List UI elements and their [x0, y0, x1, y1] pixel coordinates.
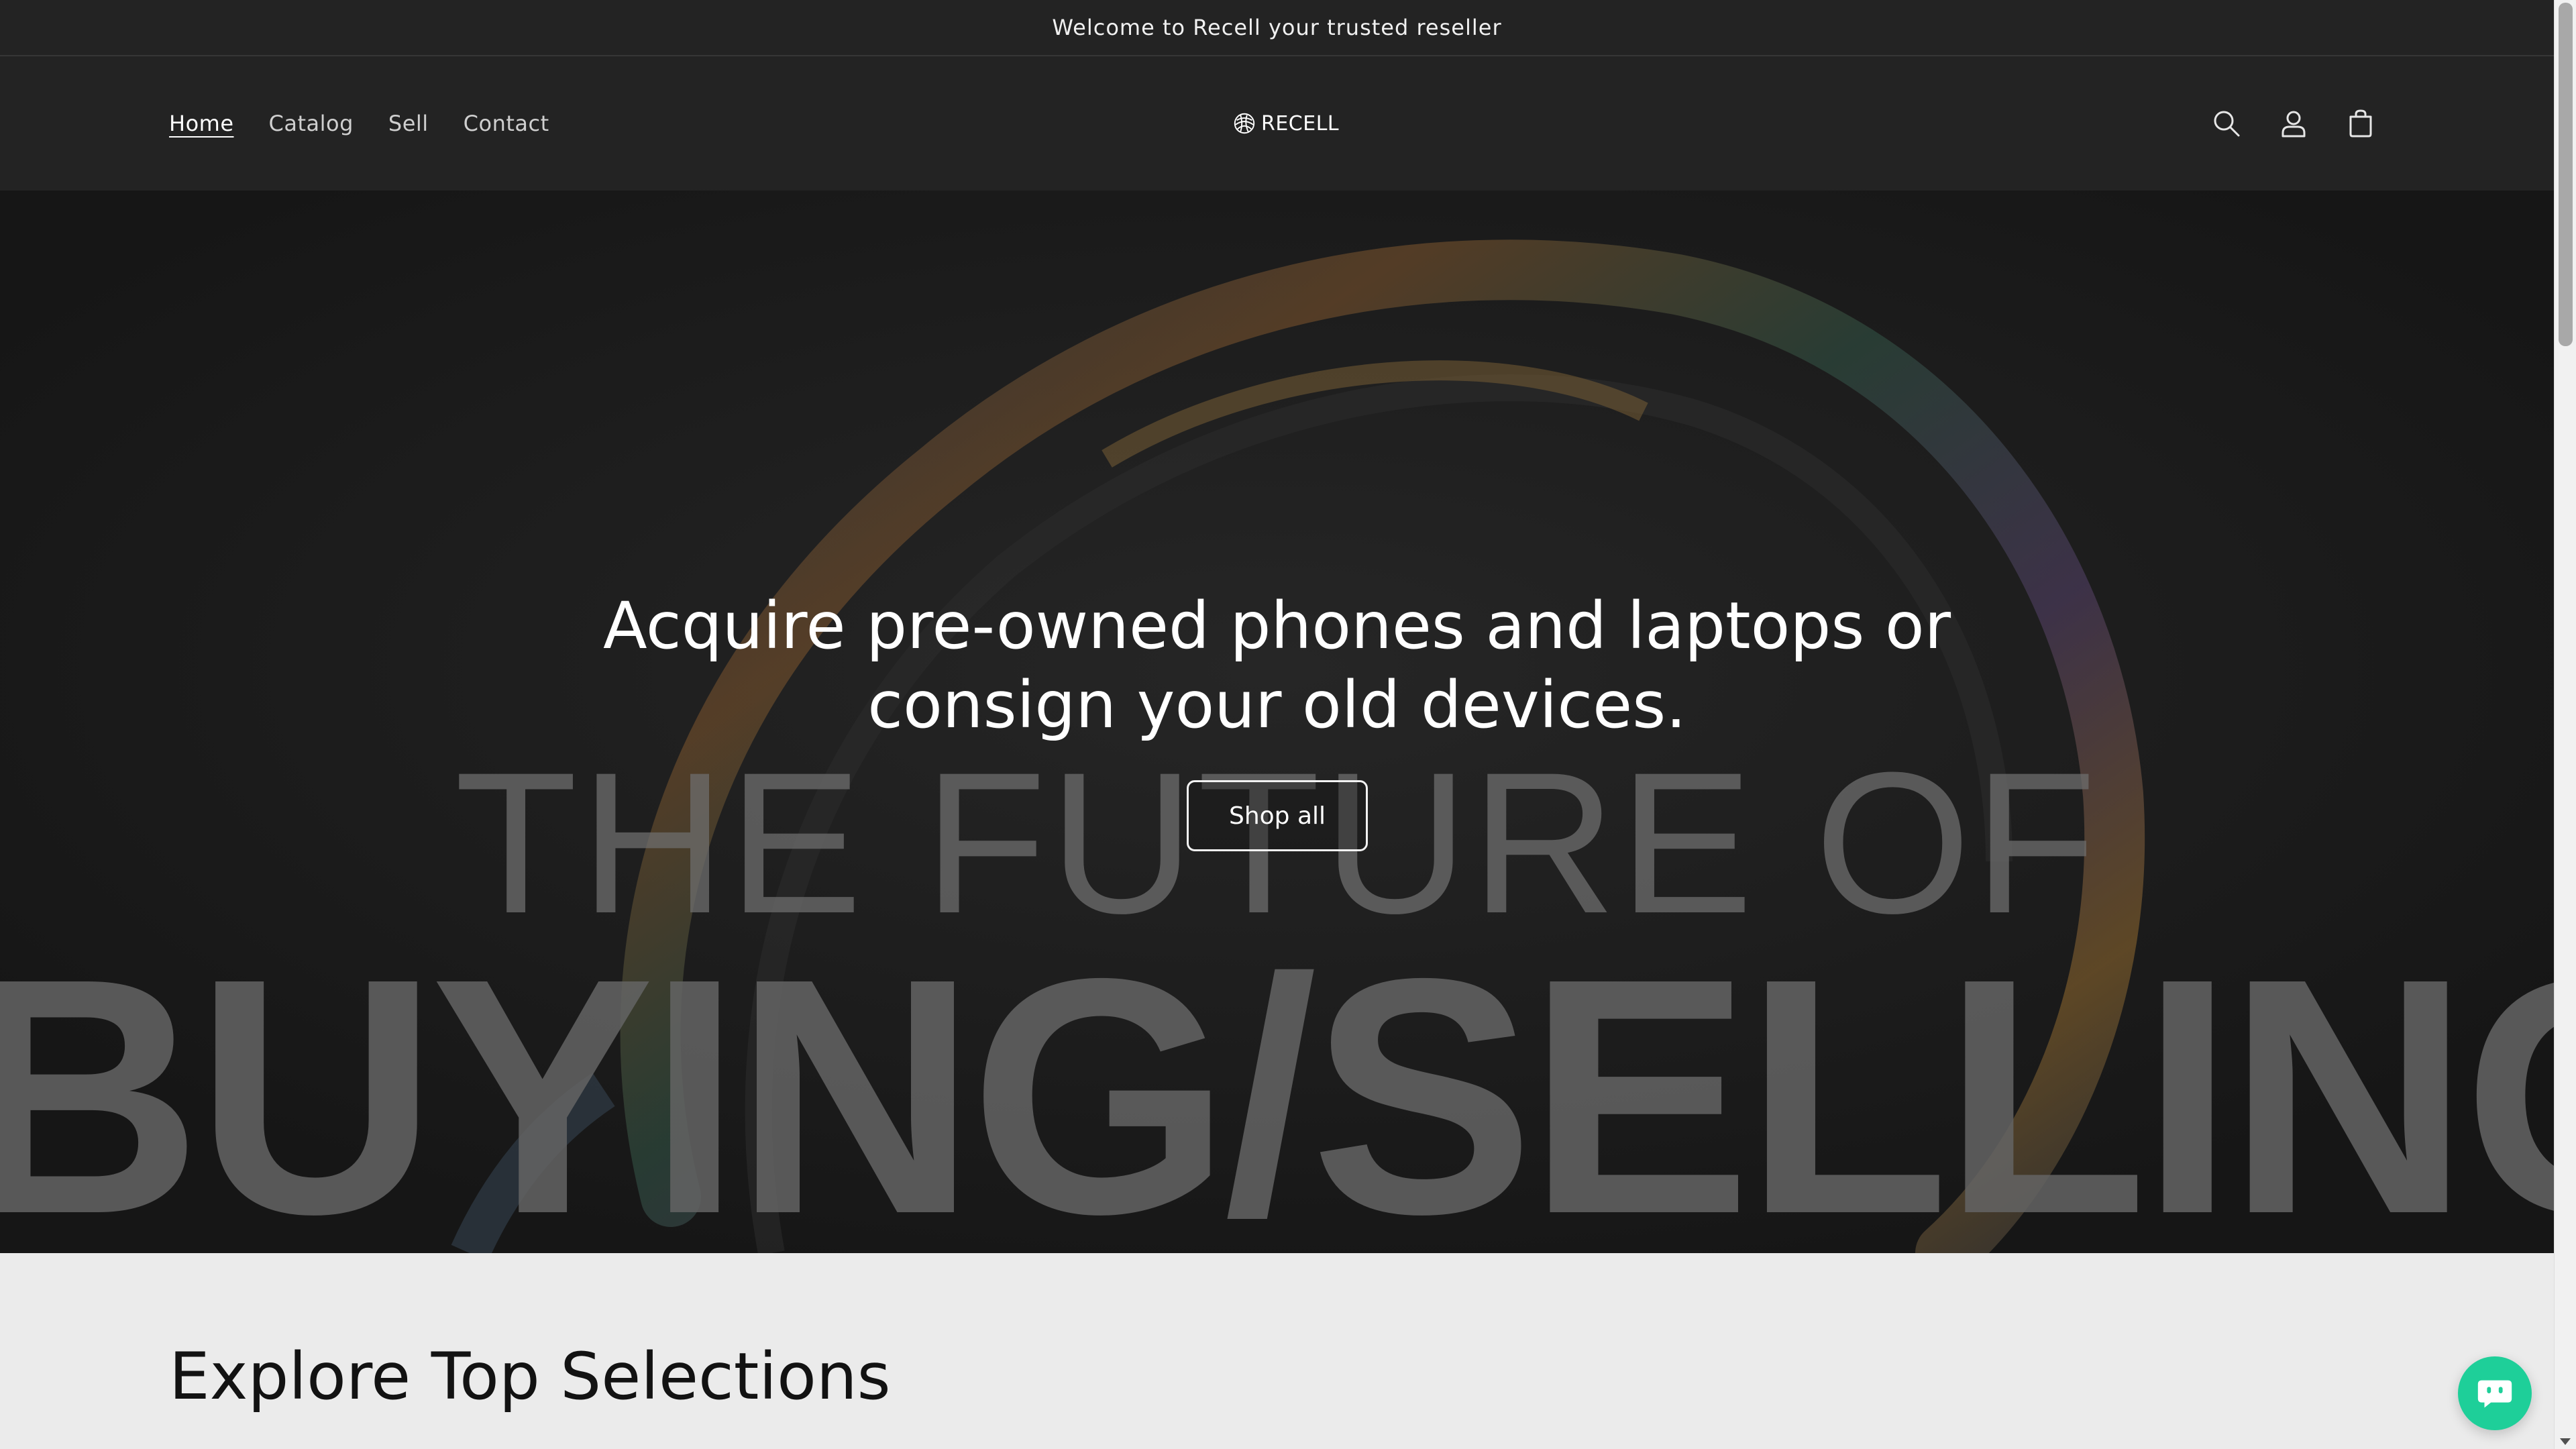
shop-all-button[interactable]: Shop all [1187, 780, 1368, 851]
account-button[interactable] [2276, 106, 2311, 141]
search-icon [2214, 111, 2240, 137]
main-nav: Home Catalog Sell Contact [169, 56, 549, 191]
hero-heading: Acquire pre-owned phones and laptops or … [0, 586, 2554, 745]
nav-catalog-link[interactable]: Catalog [269, 111, 354, 136]
cart-button[interactable] [2343, 106, 2378, 141]
hero-heading-line2: consign your old devices. [867, 667, 1686, 743]
search-button[interactable] [2209, 106, 2244, 141]
explore-section: Explore Top Selections [0, 1253, 2554, 1449]
hero-background-text-bottom: BUYING/SELLING [0, 908, 2554, 1254]
site-logo[interactable]: RECELL [1232, 56, 1339, 191]
explore-title: Explore Top Selections [169, 1339, 891, 1414]
chat-icon [2477, 1380, 2512, 1408]
announcement-text: Welcome to Recell your trusted reseller [1052, 15, 1502, 40]
nav-home-link[interactable]: Home [169, 111, 234, 136]
announcement-bar: Welcome to Recell your trusted reseller [0, 0, 2554, 56]
page-scrollbar[interactable] [2554, 0, 2576, 1449]
site-header: Home Catalog Sell Contact RECELL [0, 56, 2554, 191]
logo-text: RECELL [1261, 111, 1340, 136]
hero-banner: THE FUTURE OF BUYING/SELLING Acquire pre… [0, 191, 2554, 1253]
page: Welcome to Recell your trusted reseller … [0, 0, 2554, 1449]
chat-widget-button[interactable] [2458, 1356, 2532, 1430]
hero-heading-line1: Acquire pre-owned phones and laptops or [602, 588, 1951, 663]
cart-icon [2349, 109, 2372, 138]
account-icon [2282, 111, 2306, 138]
nav-sell-link[interactable]: Sell [388, 111, 429, 136]
nav-contact-link[interactable]: Contact [464, 111, 549, 136]
scroll-down-arrow-icon[interactable] [2560, 1438, 2571, 1445]
logo-mark-icon [1234, 113, 1255, 134]
scrollbar-thumb[interactable] [2559, 3, 2573, 346]
header-actions [2209, 56, 2378, 191]
